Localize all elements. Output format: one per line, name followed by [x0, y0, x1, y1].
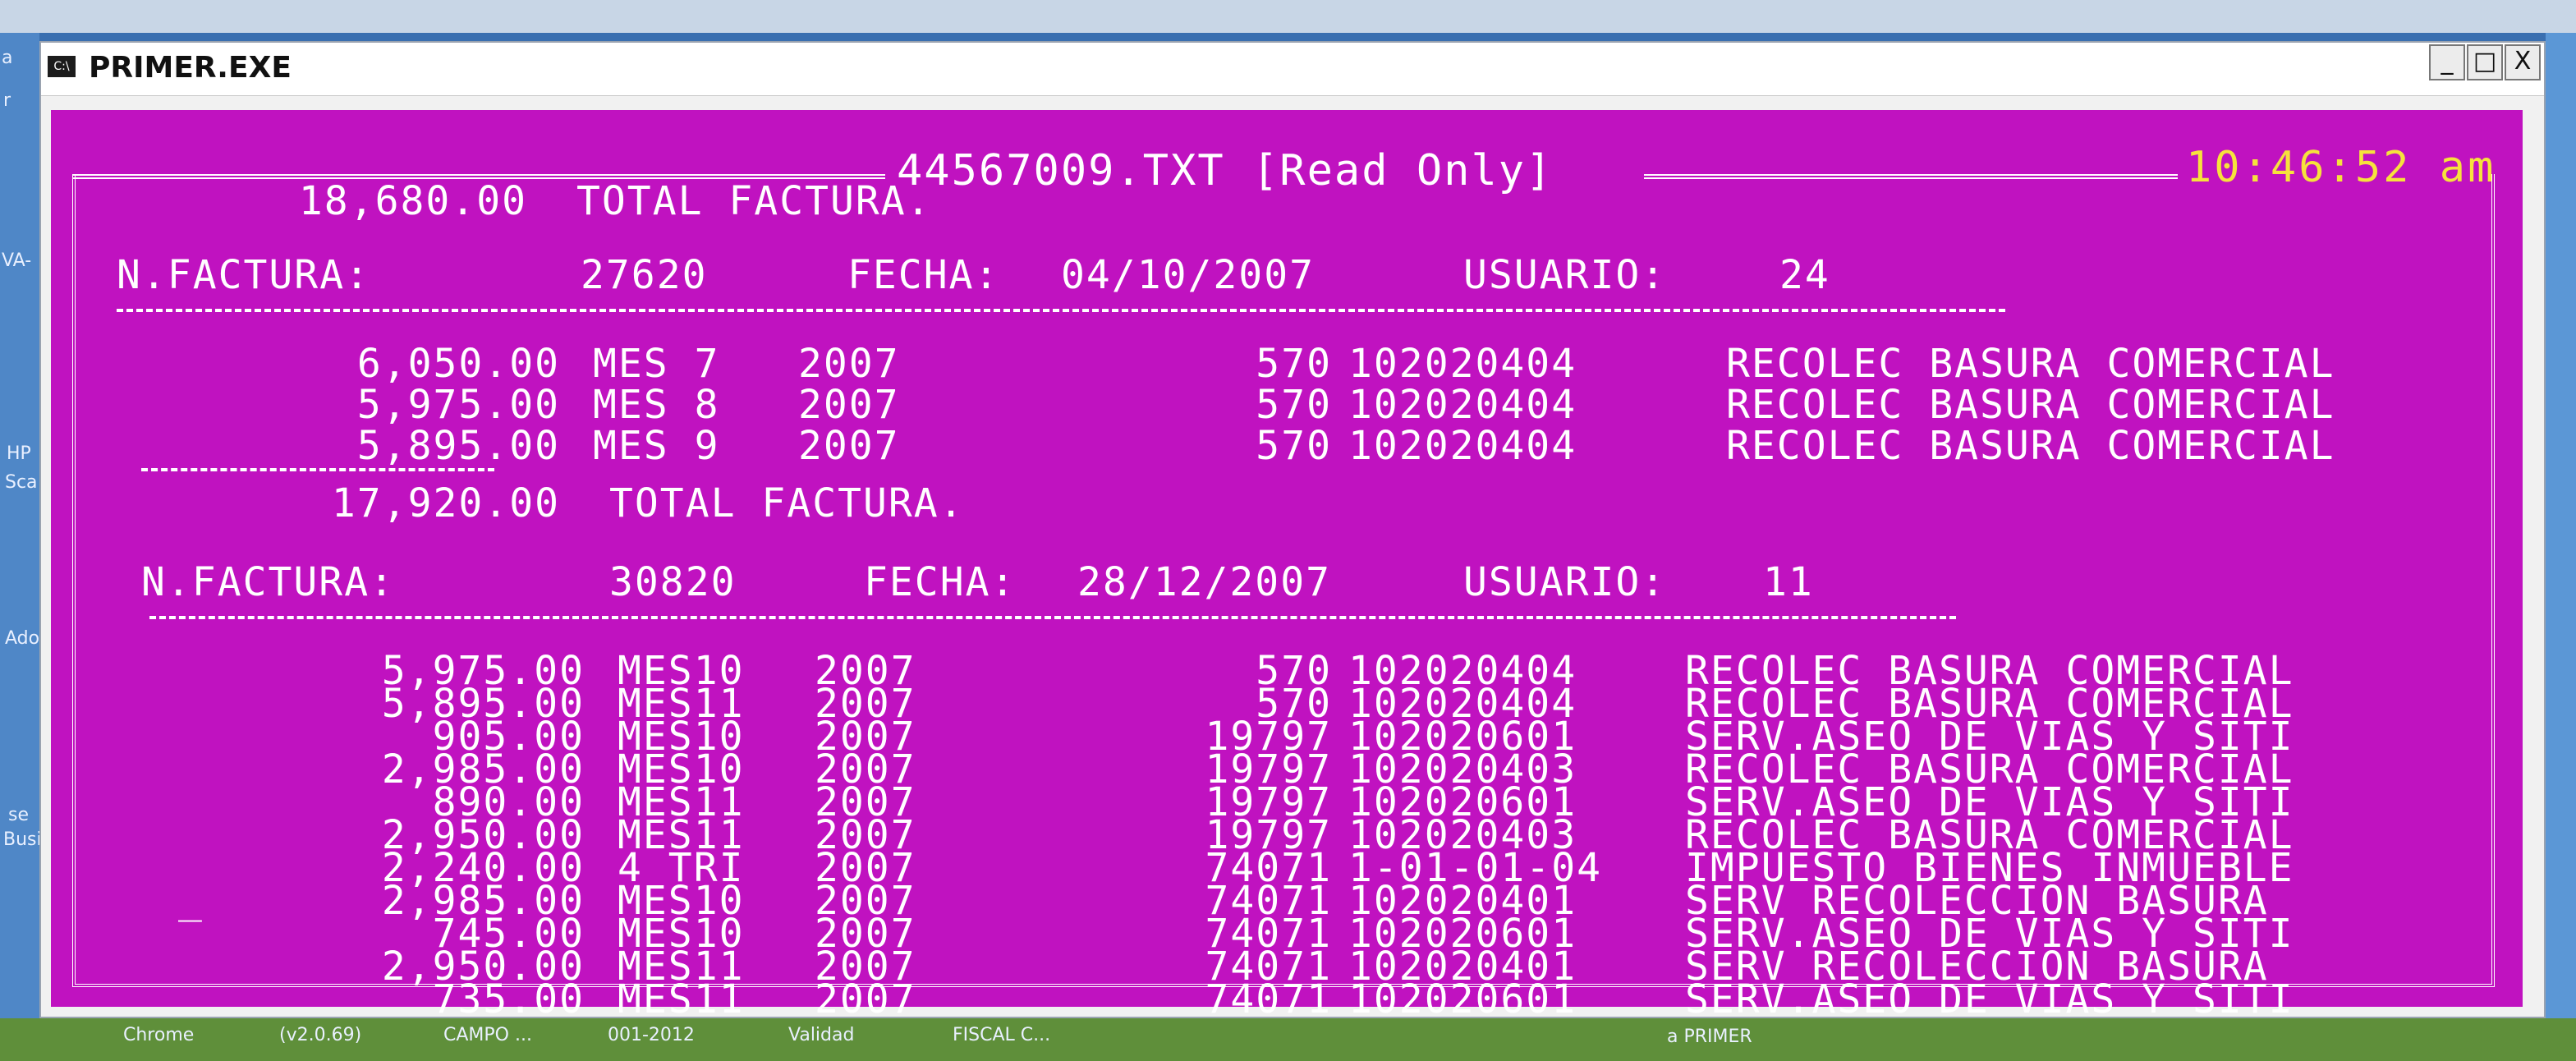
line-code: 570	[1256, 423, 1332, 469]
close-button[interactable]: X	[2505, 44, 2541, 80]
line-period: MES 7	[593, 341, 720, 387]
desktop-icon-label: r	[3, 90, 11, 111]
taskbar-item[interactable]: Chrome	[123, 1025, 194, 1045]
date-label: FECHA:	[864, 559, 1017, 605]
desktop-icon-label: VA-	[2, 250, 32, 271]
total-amount: 17,920.00	[331, 480, 560, 526]
invoice-user: 11	[1763, 559, 1814, 605]
taskbar-item[interactable]: Validad	[788, 1025, 854, 1045]
desktop-icon-label: Busi	[3, 829, 42, 850]
line-code: 570	[1256, 341, 1332, 387]
line-account: 102020404	[1348, 341, 1577, 387]
invoice-number: 27620	[581, 252, 708, 298]
desktop-icon-label: se	[8, 805, 29, 825]
desktop-taskbar-area	[0, 1018, 2576, 1061]
line-amount: 5,895.00	[356, 423, 560, 469]
line-account: 102020404	[1348, 382, 1577, 428]
taskbar-item[interactable]: a PRIMER	[1667, 1027, 1752, 1047]
invoice-number-label: N.FACTURA:	[117, 252, 370, 298]
desktop-icon-label: a	[2, 48, 13, 68]
file-name-label: 44567009.TXT [Read Only]	[897, 146, 1554, 195]
console-output[interactable]: 44567009.TXT [Read Only] 10:46:52 am 18,…	[51, 110, 2523, 1020]
total-label: TOTAL FACTURA.	[576, 178, 932, 224]
line-desc: SERV.ASEO DE VIAS Y SITI	[1685, 976, 2294, 1022]
frame-top-right	[1644, 174, 2178, 179]
line-desc: RECOLEC BASURA COMERCIAL	[1726, 341, 2335, 387]
desktop-icon-label: HP	[7, 443, 31, 464]
invoice-user: 24	[1779, 252, 1830, 298]
invoice-date: 28/12/2007	[1077, 559, 1331, 605]
user-label: USUARIO:	[1463, 559, 1667, 605]
desktop-icon-label: Sca	[5, 472, 38, 493]
line-code: 74071	[1205, 976, 1332, 1022]
minimize-button[interactable]: _	[2429, 44, 2465, 80]
total-amount: 18,680.00	[298, 178, 527, 224]
line-desc: RECOLEC BASURA COMERCIAL	[1726, 423, 2335, 469]
taskbar-item[interactable]: CAMPO ...	[443, 1025, 532, 1045]
line-year: 2007	[798, 341, 900, 387]
line-amount: 5,975.00	[356, 382, 560, 428]
clock-display: 10:46:52 am	[2186, 143, 2496, 192]
taskbar-item[interactable]: 001-2012	[608, 1025, 695, 1045]
total-label: TOTAL FACTURA.	[609, 480, 965, 526]
separator-line	[117, 309, 2005, 312]
user-label: USUARIO:	[1463, 252, 1667, 298]
line-desc: RECOLEC BASURA COMERCIAL	[1726, 382, 2335, 428]
line-period: MES 8	[593, 382, 720, 428]
line-amount: 735.00	[432, 976, 585, 1022]
desktop-left-strip	[0, 33, 39, 1061]
line-amount: 6,050.00	[356, 341, 560, 387]
line-year: 2007	[798, 382, 900, 428]
console-window[interactable]: C:\ PRIMER.EXE _ □ X 44567009.TXT [Read …	[39, 41, 2546, 1020]
taskbar-item[interactable]: (v2.0.69)	[279, 1025, 361, 1045]
desktop-icon-label: Ado	[5, 628, 40, 649]
line-period: MES11	[618, 976, 745, 1022]
text-cursor: _	[178, 876, 204, 922]
line-code: 570	[1256, 382, 1332, 428]
subtotal-separator	[141, 468, 494, 471]
title-bar[interactable]: C:\ PRIMER.EXE _ □ X	[41, 43, 2544, 96]
invoice-number-label: N.FACTURA:	[141, 559, 395, 605]
maximize-button[interactable]: □	[2467, 44, 2503, 80]
line-period: MES 9	[593, 423, 720, 469]
line-account: 102020404	[1348, 423, 1577, 469]
taskbar-item[interactable]: FISCAL C...	[953, 1025, 1050, 1045]
invoice-number: 30820	[609, 559, 737, 605]
date-label: FECHA:	[847, 252, 1000, 298]
line-year: 2007	[798, 423, 900, 469]
desktop-top-strip	[0, 0, 2576, 33]
invoice-date: 04/10/2007	[1061, 252, 1315, 298]
window-title: PRIMER.EXE	[89, 51, 292, 85]
separator-line	[149, 616, 1956, 619]
line-account: 102020601	[1348, 976, 1577, 1022]
console-app-icon: C:\	[48, 56, 76, 77]
desktop-right-strip	[2546, 33, 2576, 1061]
line-year: 2007	[815, 976, 916, 1022]
